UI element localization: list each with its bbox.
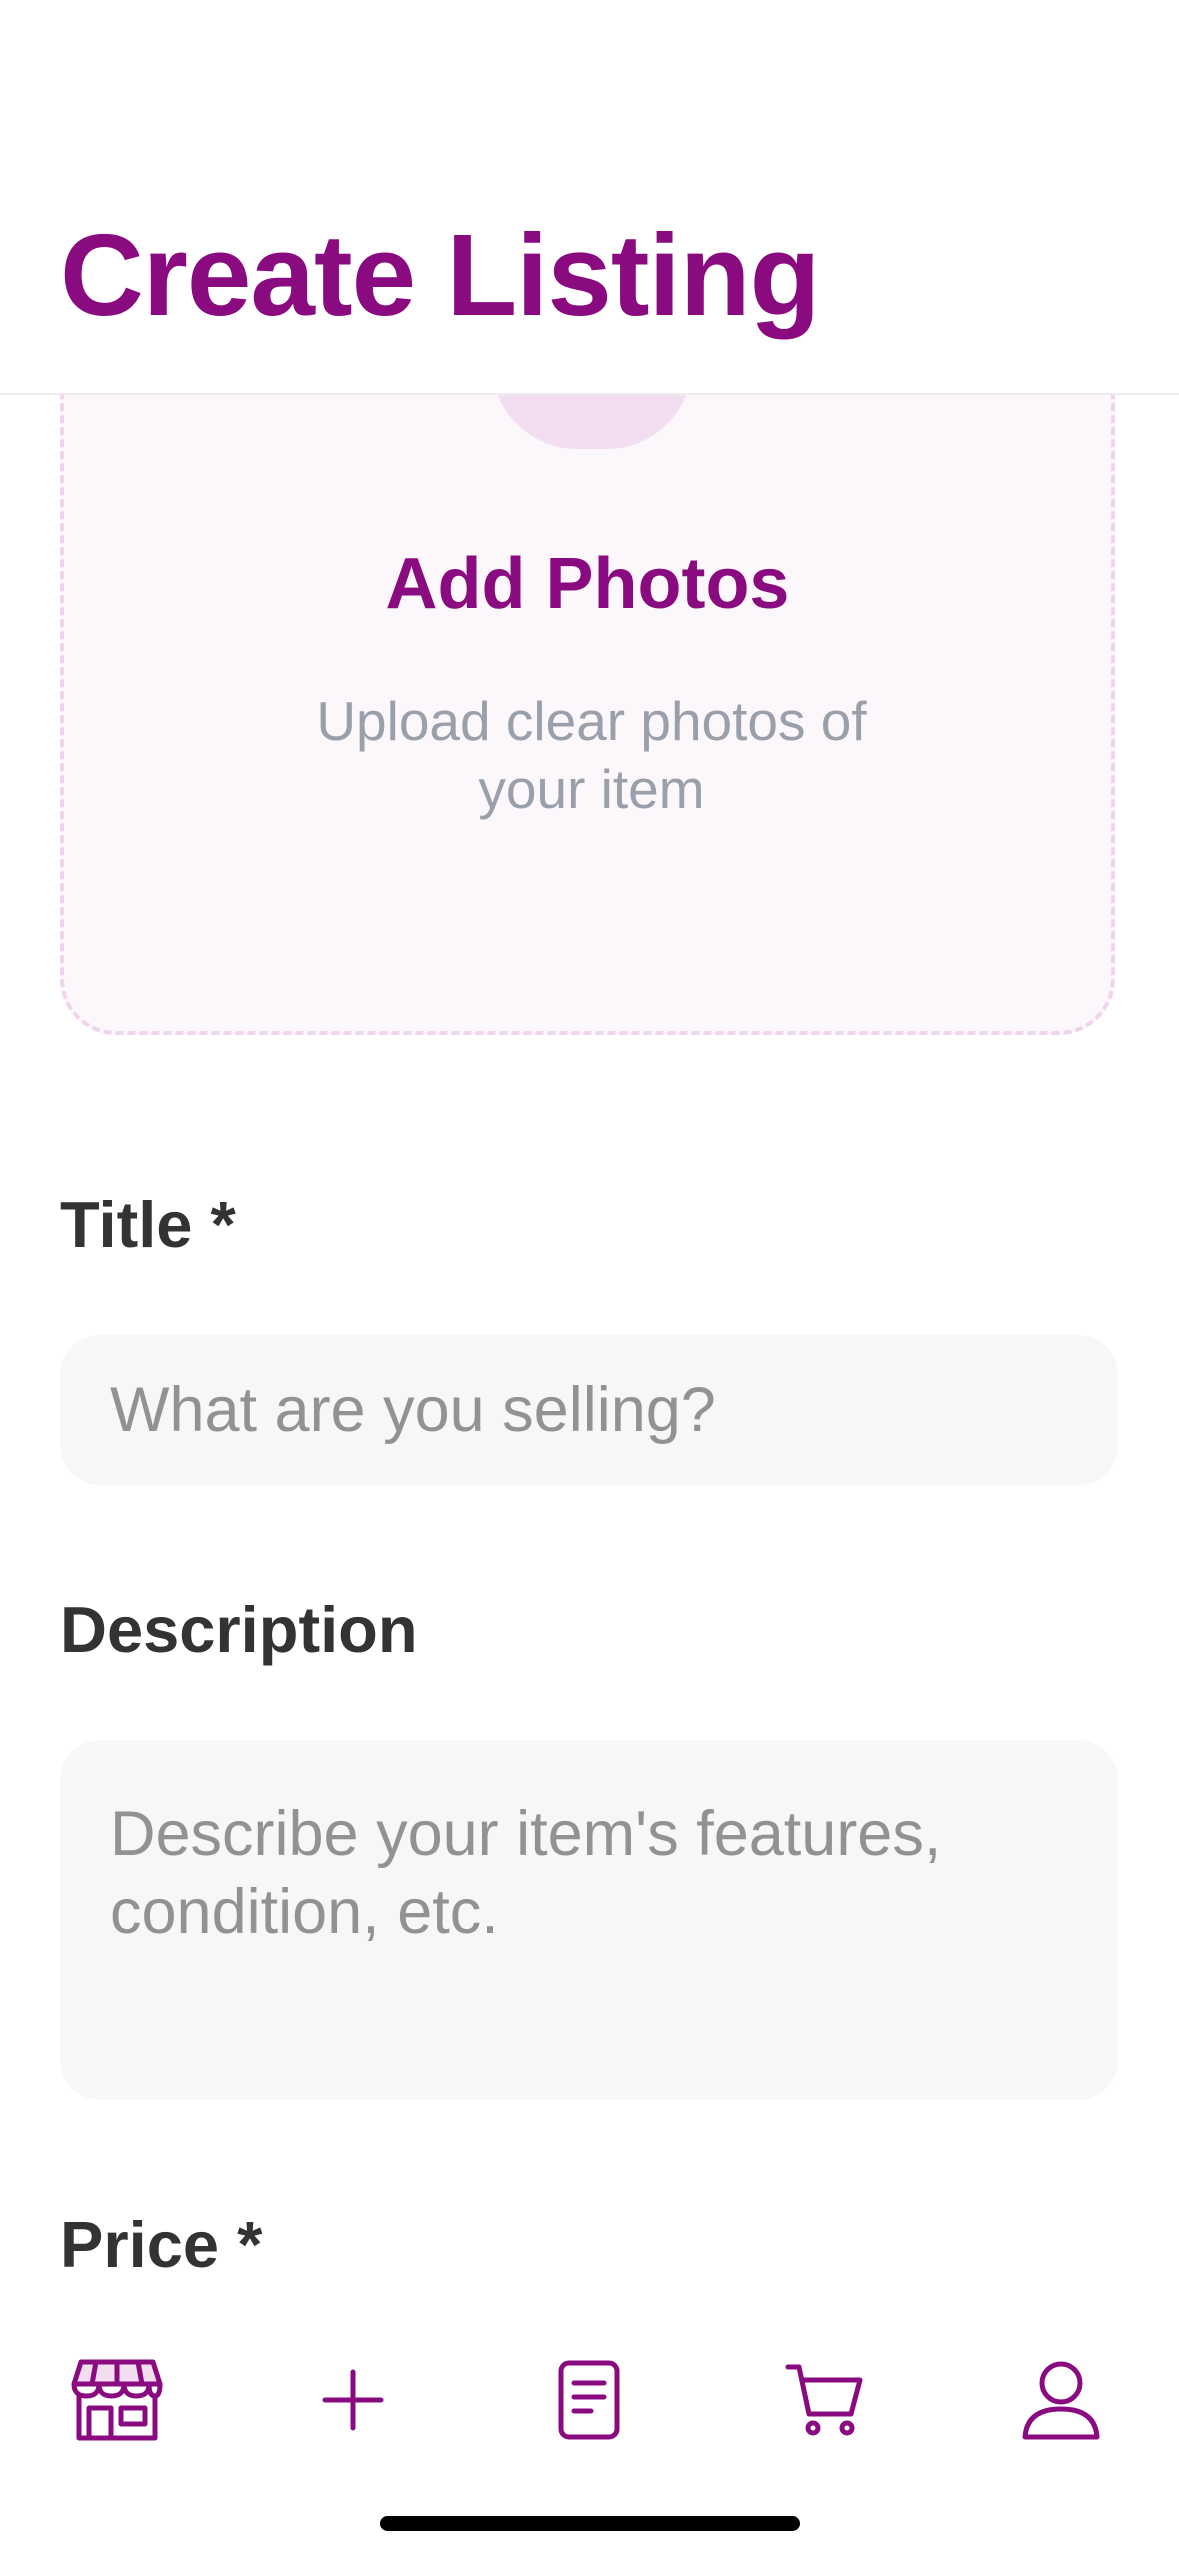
storefront-icon — [71, 2359, 163, 2441]
tab-marketplace[interactable] — [62, 2345, 172, 2455]
person-icon — [1022, 2361, 1100, 2440]
header: Create Listing — [0, 0, 1179, 395]
title-input[interactable] — [60, 1335, 1118, 1485]
add-photos-subtitle: Upload clear photos of your item — [316, 690, 867, 820]
price-label: Price * — [60, 2208, 263, 2281]
tab-create[interactable] — [298, 2345, 408, 2455]
tab-cart[interactable] — [770, 2345, 880, 2455]
document-icon — [558, 2360, 620, 2440]
cart-icon — [785, 2364, 863, 2436]
home-indicator — [380, 2516, 800, 2531]
add-photos-title: Add Photos — [385, 544, 790, 624]
camera-icon — [492, 395, 692, 449]
description-label: Description — [60, 1593, 418, 1666]
title-label: Title * — [60, 1188, 236, 1261]
plus-icon — [322, 2369, 384, 2431]
description-input[interactable] — [60, 1740, 1118, 2100]
tab-profile[interactable] — [1006, 2345, 1116, 2455]
page-title: Create Listing — [60, 210, 820, 340]
form-scroll-area[interactable]: Add Photos Upload clear photos of your i… — [0, 395, 1179, 2285]
tab-listings[interactable] — [534, 2345, 644, 2455]
add-photos-dropzone[interactable]: Add Photos Upload clear photos of your i… — [60, 395, 1115, 1035]
